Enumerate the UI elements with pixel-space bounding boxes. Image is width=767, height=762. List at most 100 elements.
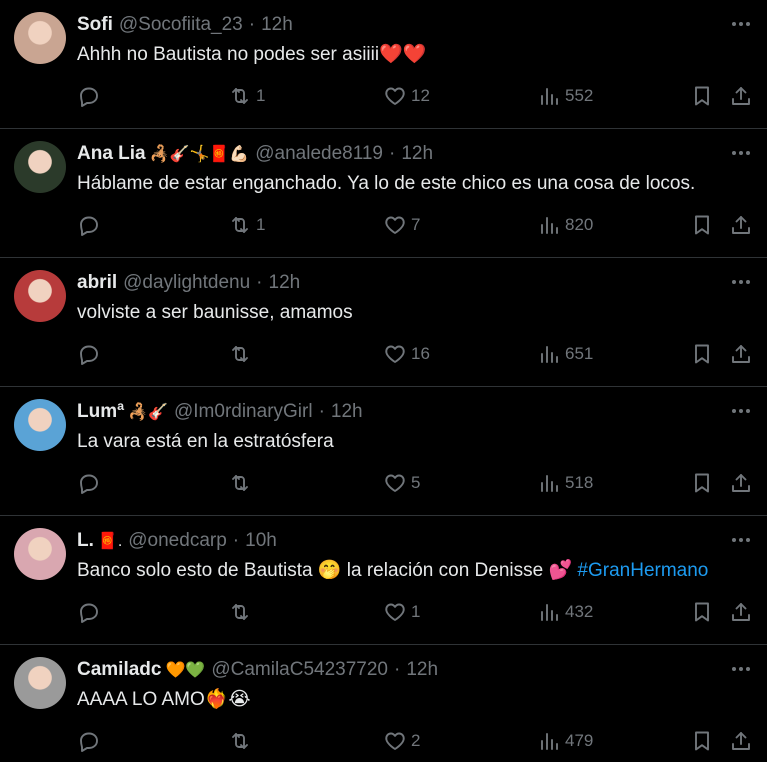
more-icon[interactable]: [729, 14, 753, 34]
bookmark-icon: [695, 215, 709, 235]
timestamp[interactable]: 12h: [401, 143, 433, 165]
reply-icon: [80, 474, 98, 494]
like-button[interactable]: 2: [383, 728, 420, 754]
view-count: 518: [565, 473, 594, 492]
user-handle[interactable]: @analede8119: [255, 143, 383, 165]
bookmark-button[interactable]: [690, 212, 714, 238]
action-bar: 1 432: [77, 599, 753, 625]
separator-dot: ·: [394, 659, 401, 680]
view-count: 820: [565, 215, 594, 234]
like-button[interactable]: 16: [383, 341, 430, 367]
retweet-button[interactable]: [228, 341, 256, 367]
share-button[interactable]: [729, 728, 753, 754]
views-button[interactable]: 552: [537, 83, 593, 109]
more-icon[interactable]: [729, 401, 753, 421]
display-name[interactable]: abril: [77, 272, 117, 294]
share-button[interactable]: [729, 212, 753, 238]
user-handle[interactable]: @Im0rdinaryGirl: [174, 401, 313, 423]
tweet[interactable]: Sofi @Socofiita_23 · 12h Ahhh no Bautist…: [0, 0, 767, 129]
like-count: 1: [411, 602, 421, 621]
share-icon: [732, 474, 750, 492]
like-button[interactable]: 7: [383, 212, 420, 238]
user-handle[interactable]: @daylightdenu: [123, 272, 250, 294]
tweet-header: L. 🧧. @onedcarp · 10h: [77, 529, 707, 553]
display-name-emoji: 🧧.: [97, 533, 123, 550]
reply-icon: [80, 603, 98, 623]
display-name-emoji: 🦂🎸🤸🧧💪🏻: [149, 146, 250, 163]
bookmark-button[interactable]: [690, 470, 714, 496]
more-icon[interactable]: [729, 530, 753, 550]
views-icon: [541, 733, 558, 750]
more-icon[interactable]: [729, 659, 753, 679]
avatar[interactable]: [14, 270, 66, 322]
retweet-button[interactable]: 1: [228, 83, 265, 109]
tweet[interactable]: Ana Lia 🦂🎸🤸🧧💪🏻 @analede8119 · 12h Háblam…: [0, 129, 767, 258]
separator-dot: ·: [318, 401, 325, 422]
tweet-header: Sofi @Socofiita_23 · 12h: [77, 13, 707, 37]
reply-button[interactable]: [77, 728, 105, 754]
user-handle[interactable]: @Socofiita_23: [119, 14, 243, 36]
reply-button[interactable]: [77, 212, 105, 238]
views-button[interactable]: 820: [537, 212, 593, 238]
tweet[interactable]: Lumª 🦂🎸 @Im0rdinaryGirl · 12h La vara es…: [0, 387, 767, 516]
user-handle[interactable]: @onedcarp: [128, 530, 227, 552]
display-name[interactable]: Lumª: [77, 401, 124, 423]
tweet-header: abril @daylightdenu · 12h: [77, 271, 707, 295]
share-button[interactable]: [729, 470, 753, 496]
share-button[interactable]: [729, 341, 753, 367]
user-handle[interactable]: @CamilaC54237720: [211, 659, 388, 681]
retweet-icon: [232, 733, 248, 749]
tweet[interactable]: L. 🧧. @onedcarp · 10h Banco solo esto de…: [0, 516, 767, 645]
timestamp[interactable]: 12h: [406, 659, 438, 681]
views-button[interactable]: 479: [537, 728, 593, 754]
avatar-image: [14, 141, 66, 193]
bookmark-button[interactable]: [690, 83, 714, 109]
avatar[interactable]: [14, 528, 66, 580]
hashtag-link[interactable]: #GranHermano: [577, 560, 708, 581]
views-button[interactable]: 432: [537, 599, 593, 625]
views-button[interactable]: 651: [537, 341, 593, 367]
avatar[interactable]: [14, 657, 66, 709]
retweet-icon: [232, 475, 248, 491]
more-icon[interactable]: [729, 143, 753, 163]
more-icon[interactable]: [729, 272, 753, 292]
display-name[interactable]: L.: [77, 530, 94, 552]
reply-button[interactable]: [77, 470, 105, 496]
retweet-button[interactable]: 1: [228, 212, 265, 238]
timestamp[interactable]: 10h: [245, 530, 277, 552]
avatar[interactable]: [14, 399, 66, 451]
reply-button[interactable]: [77, 83, 105, 109]
display-name[interactable]: Sofi: [77, 14, 113, 36]
separator-dot: ·: [389, 143, 396, 164]
avatar[interactable]: [14, 12, 66, 64]
display-name[interactable]: Camiladc: [77, 659, 161, 681]
tweet[interactable]: abril @daylightdenu · 12h volviste a ser…: [0, 258, 767, 387]
share-button[interactable]: [729, 599, 753, 625]
retweet-button[interactable]: [228, 599, 256, 625]
heart-icon: [385, 345, 405, 363]
like-button[interactable]: 5: [383, 470, 420, 496]
avatar[interactable]: [14, 141, 66, 193]
bookmark-button[interactable]: [690, 599, 714, 625]
reply-button[interactable]: [77, 341, 105, 367]
retweet-button[interactable]: [228, 470, 256, 496]
retweet-button[interactable]: [228, 728, 256, 754]
views-icon: [541, 346, 558, 363]
separator-dot: ·: [232, 530, 240, 551]
tweet-text: Háblame de estar enganchado. Ya lo de es…: [77, 172, 753, 196]
display-name[interactable]: Ana Lia: [77, 143, 146, 165]
bookmark-icon: [695, 602, 709, 622]
timestamp[interactable]: 12h: [261, 14, 293, 36]
views-button[interactable]: 518: [537, 470, 593, 496]
share-button[interactable]: [729, 83, 753, 109]
tweet-text: Banco solo esto de Bautista 🤭 la relació…: [77, 559, 753, 583]
like-button[interactable]: 1: [383, 599, 420, 625]
timestamp[interactable]: 12h: [269, 272, 301, 294]
bookmark-button[interactable]: [690, 728, 714, 754]
reply-button[interactable]: [77, 599, 105, 625]
bookmark-button[interactable]: [690, 341, 714, 367]
like-button[interactable]: 12: [383, 83, 430, 109]
retweet-count: 1: [256, 86, 266, 105]
tweet[interactable]: Camiladc 🧡💚 @CamilaC54237720 · 12h AAAA …: [0, 645, 767, 762]
timestamp[interactable]: 12h: [331, 401, 363, 423]
